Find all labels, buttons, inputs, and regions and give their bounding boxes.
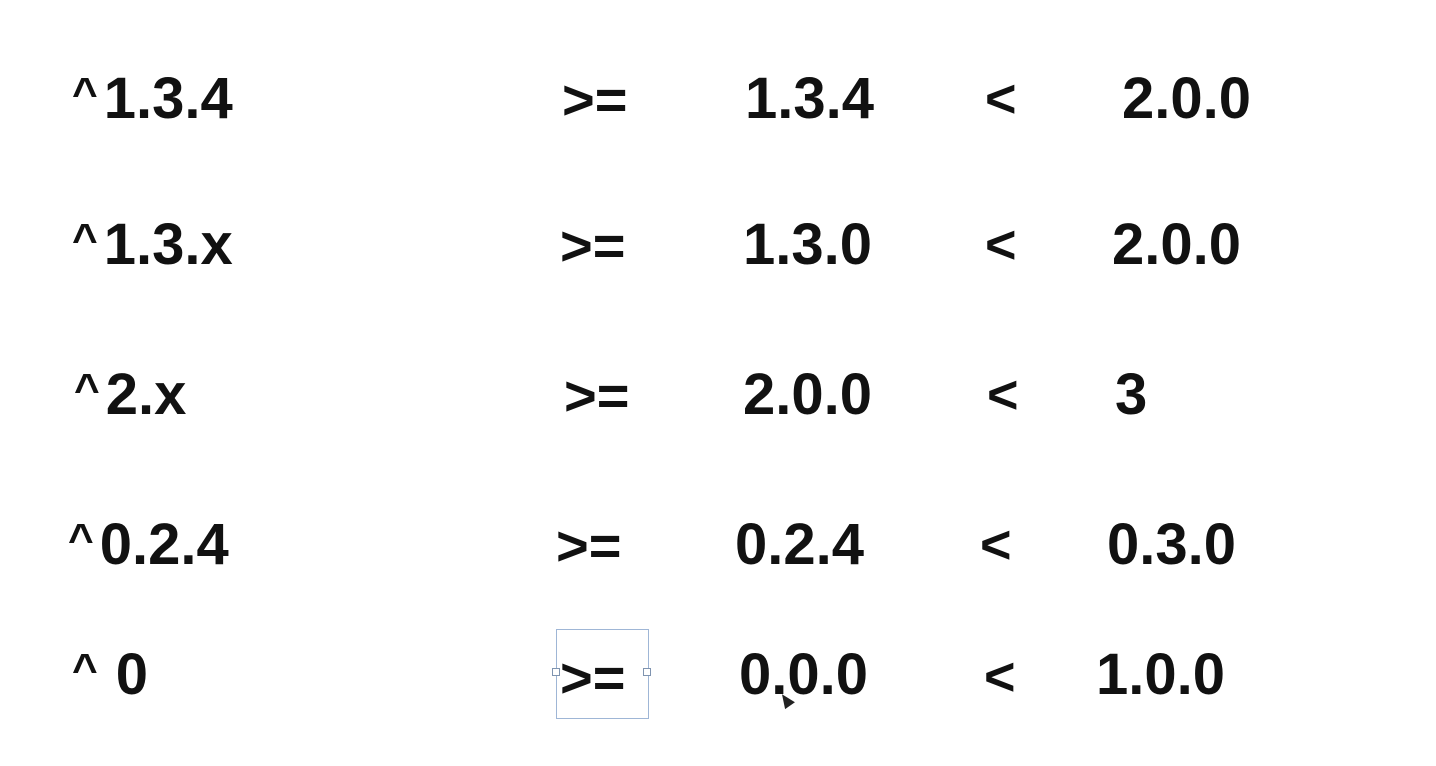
- row-1-caret: ^: [72, 69, 98, 118]
- right-resize-handle[interactable]: [643, 668, 651, 676]
- row-3-min: 2.0.0: [743, 362, 872, 427]
- row-2-gte: >=: [560, 214, 626, 277]
- row-2-spec-text: 1.3.x: [103, 212, 233, 277]
- row-1-spec-text: 1.3.4: [103, 66, 233, 131]
- row-4-spec: ^ 0.2.4: [68, 516, 229, 574]
- row-2-spec: ^ 1.3.x: [72, 216, 233, 274]
- row-1-min: 1.3.4: [745, 66, 874, 131]
- row-3-max: 3: [1115, 362, 1148, 427]
- row-5-max: 1.0.0: [1096, 642, 1225, 707]
- row-1-spec: ^ 1.3.4: [72, 70, 233, 128]
- row-3-gte: >=: [564, 364, 630, 427]
- row-5-spec: ^ 0: [72, 646, 148, 704]
- row-5-lt: <: [984, 647, 1016, 707]
- row-3-spec-text: 2.x: [105, 362, 187, 427]
- row-2-min: 1.3.0: [743, 212, 872, 277]
- row-5-spec-text: 0: [115, 642, 148, 707]
- row-5-caret: ^: [72, 645, 98, 694]
- row-2-lt: <: [985, 215, 1017, 275]
- row-3-lt: <: [987, 365, 1019, 425]
- left-resize-handle[interactable]: [552, 668, 560, 676]
- row-4-max: 0.3.0: [1107, 512, 1236, 577]
- row-1-lt: <: [985, 69, 1017, 129]
- row-3-spec: ^ 2.x: [74, 366, 186, 424]
- row-2-max: 2.0.0: [1112, 212, 1241, 277]
- row-5-gte[interactable]: >=: [560, 650, 625, 706]
- row-3-caret: ^: [74, 365, 100, 414]
- row-5-min: 0.0.0: [739, 642, 868, 707]
- row-4-spec-text: 0.2.4: [99, 512, 229, 577]
- row-4-gte: >=: [556, 514, 622, 577]
- row-4-caret: ^: [68, 515, 94, 564]
- row-1-gte: >=: [562, 68, 628, 131]
- slide-canvas: ^ 1.3.4 >= 1.3.4 < 2.0.0 ^ 1.3.x >= 1.3.0 …: [0, 0, 1436, 766]
- row-1-max: 2.0.0: [1122, 66, 1251, 131]
- row-4-min: 0.2.4: [735, 512, 864, 577]
- row-2-caret: ^: [72, 215, 98, 264]
- row-4-lt: <: [980, 515, 1012, 575]
